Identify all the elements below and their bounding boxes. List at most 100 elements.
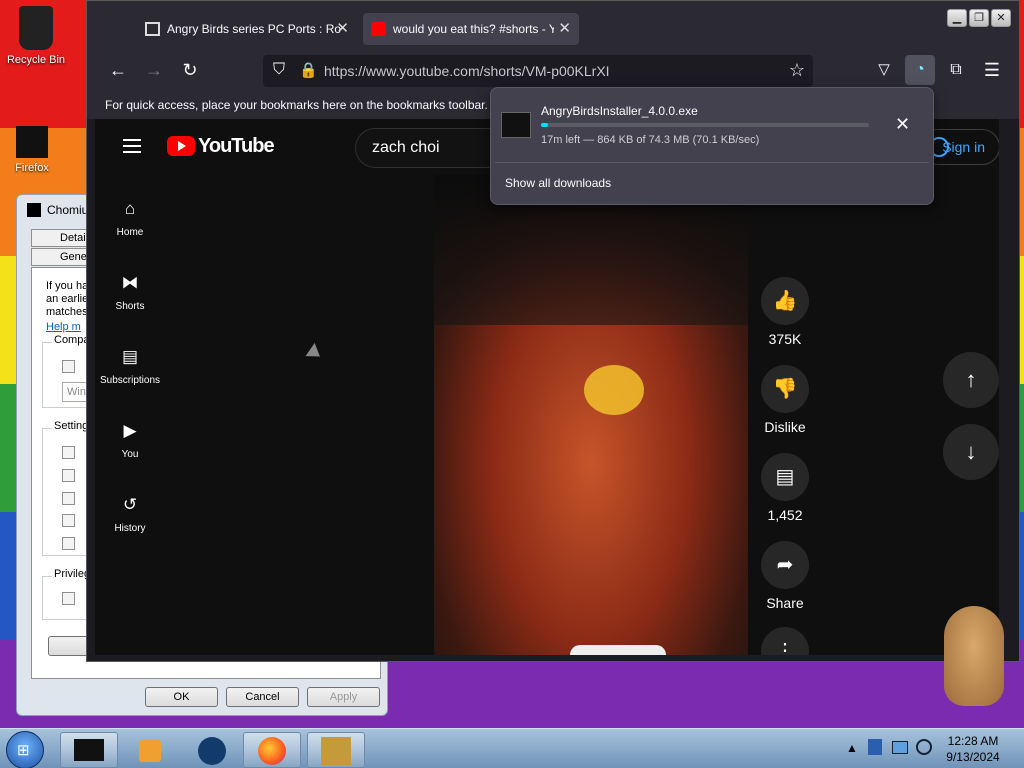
globe-icon xyxy=(198,737,226,765)
you-icon: ▶ xyxy=(123,421,137,440)
setting-checkbox[interactable] xyxy=(62,446,75,459)
bookmarks-hint: For quick access, place your bookmarks h… xyxy=(105,98,488,112)
downloads-icon[interactable]: ◔ xyxy=(905,55,935,85)
menu-icon[interactable]: ☰ xyxy=(981,59,1003,81)
more-vertical-icon: ⋮ xyxy=(775,640,795,655)
setting-checkbox[interactable] xyxy=(62,537,75,550)
app-icon xyxy=(27,203,41,217)
start-button[interactable]: ⊞ xyxy=(6,731,44,768)
body-text: If you ha xyxy=(46,280,89,292)
history-icon: ↺ xyxy=(122,495,138,514)
taskbar-app-media-player[interactable] xyxy=(121,732,179,768)
shorts-video-player[interactable] xyxy=(434,175,748,655)
hamburger-menu-icon[interactable] xyxy=(123,139,141,153)
video-overlay-pill[interactable] xyxy=(570,645,666,655)
forward-icon[interactable]: → xyxy=(143,59,165,81)
bookmark-star-icon[interactable]: ☆ xyxy=(789,60,805,81)
arrow-down-icon: ↓ xyxy=(965,439,977,464)
like-button[interactable]: 👍 xyxy=(761,277,809,325)
taskbar-app-chromium[interactable] xyxy=(60,732,118,768)
extensions-icon[interactable]: ⧉ xyxy=(945,59,967,81)
tray-app-icon[interactable] xyxy=(868,739,882,755)
youtube-logo-text[interactable]: YouTube xyxy=(198,135,275,158)
cancel-download-icon[interactable]: ✕ xyxy=(895,114,910,135)
sidebar-item-subscriptions[interactable]: ▤ Subscriptions xyxy=(95,345,165,386)
taskbar-app-firefox[interactable] xyxy=(243,732,301,768)
share-button[interactable]: ➦ xyxy=(761,541,809,589)
desktop-icon-recycle-bin[interactable]: Recycle Bin xyxy=(4,6,68,66)
taskbar: ⊞ ▲ 12:28 AM 9/13/2024 xyxy=(0,728,1024,768)
minimize-icon[interactable]: ▁ xyxy=(947,9,967,27)
show-hidden-icons-icon[interactable]: ▲ xyxy=(846,741,858,755)
sidebar-label: Subscriptions xyxy=(99,375,161,386)
sidebar-label: Home xyxy=(116,227,144,238)
taskbar-app-box[interactable] xyxy=(307,732,365,768)
pocket-icon[interactable]: ▽ xyxy=(873,59,895,81)
url-bar[interactable]: ⛉ 🔒 https://www.youtube.com/shorts/VM-p0… xyxy=(263,55,813,87)
sidebar-item-shorts[interactable]: ⧓ Shorts xyxy=(95,271,165,312)
like-count: 375K xyxy=(768,331,802,347)
setting-checkbox[interactable] xyxy=(62,469,75,482)
url-text[interactable]: https://www.youtube.com/shorts/VM-p00KLr… xyxy=(324,63,610,79)
tab-youtube-shorts[interactable]: would you eat this? #shorts - Y ✕ xyxy=(363,13,579,45)
close-tab-icon[interactable]: ✕ xyxy=(336,13,349,45)
reload-icon[interactable]: ↻ xyxy=(179,59,201,81)
shield-icon[interactable]: ⛉ xyxy=(273,61,285,79)
setting-checkbox[interactable] xyxy=(62,492,75,505)
next-short-button[interactable]: ↓ xyxy=(943,424,999,480)
dislike-label: Dislike xyxy=(764,419,806,435)
thumbs-up-icon: 👍 xyxy=(772,290,798,312)
setting-checkbox[interactable] xyxy=(62,514,75,527)
help-link[interactable]: Help m xyxy=(46,321,81,334)
comment-icon: ▤ xyxy=(775,466,795,488)
volume-icon[interactable] xyxy=(916,739,932,755)
network-icon[interactable] xyxy=(892,741,908,754)
youtube-logo-icon[interactable] xyxy=(167,136,195,156)
share-label: Share xyxy=(766,595,804,611)
download-filename[interactable]: AngryBirdsInstaller_4.0.0.exe xyxy=(541,104,698,118)
desktop-icon-label: Recycle Bin xyxy=(6,54,66,66)
dislike-button[interactable]: 👎 xyxy=(761,365,809,413)
comments-button[interactable]: ▤ xyxy=(761,453,809,501)
chromium-icon xyxy=(74,739,104,761)
back-icon[interactable]: ← xyxy=(107,59,129,81)
youtube-favicon xyxy=(371,22,386,36)
taskbar-app-globe[interactable] xyxy=(183,732,241,768)
box-app-icon xyxy=(321,737,351,765)
system-clock[interactable]: 12:28 AM 9/13/2024 xyxy=(938,733,1008,765)
sidebar-item-history[interactable]: ↺ History xyxy=(95,493,165,534)
compat-checkbox[interactable] xyxy=(62,360,75,373)
firefox-shortcut-icon xyxy=(16,126,48,158)
privilege-checkbox[interactable] xyxy=(62,592,75,605)
sidebar-item-you[interactable]: ▶ You xyxy=(95,419,165,460)
download-progress-bar xyxy=(541,123,869,127)
show-all-downloads-link[interactable]: Show all downloads xyxy=(505,176,611,190)
exe-file-icon xyxy=(501,112,531,138)
panel-divider xyxy=(495,162,929,163)
body-text: matches xyxy=(46,306,88,318)
clock-date: 9/13/2024 xyxy=(946,750,1000,764)
apply-button[interactable]: Apply xyxy=(307,687,380,707)
maximize-icon[interactable]: ❐ xyxy=(969,9,989,27)
shorts-icon: ⧓ xyxy=(121,273,139,292)
cancel-button[interactable]: Cancel xyxy=(226,687,299,707)
lock-icon[interactable]: 🔒 xyxy=(299,61,318,79)
clock-time: 12:28 AM xyxy=(947,734,999,748)
desktop-icon-firefox[interactable]: Firefox xyxy=(0,126,64,174)
recycle-bin-icon xyxy=(19,6,53,50)
site-favicon xyxy=(145,22,160,36)
subscriptions-icon: ▤ xyxy=(121,347,139,366)
arrow-up-icon: ↑ xyxy=(965,367,977,392)
close-tab-icon[interactable]: ✕ xyxy=(554,13,571,45)
ok-button[interactable]: OK xyxy=(145,687,218,707)
tab-angry-birds[interactable]: Angry Birds series PC Ports : Ro ✕ xyxy=(137,13,357,45)
firefox-icon xyxy=(258,737,286,765)
media-player-icon xyxy=(139,740,161,762)
tab-title: Angry Birds series PC Ports : Ro xyxy=(167,22,342,36)
sidebar-label: Shorts xyxy=(115,301,145,312)
more-options-button[interactable]: ⋮ xyxy=(761,627,809,655)
sidebar-item-home[interactable]: ⌂ Home xyxy=(95,197,165,238)
sidebar-label: History xyxy=(114,523,146,534)
close-window-icon[interactable]: ✕ xyxy=(991,9,1011,27)
previous-short-button[interactable]: ↑ xyxy=(943,352,999,408)
